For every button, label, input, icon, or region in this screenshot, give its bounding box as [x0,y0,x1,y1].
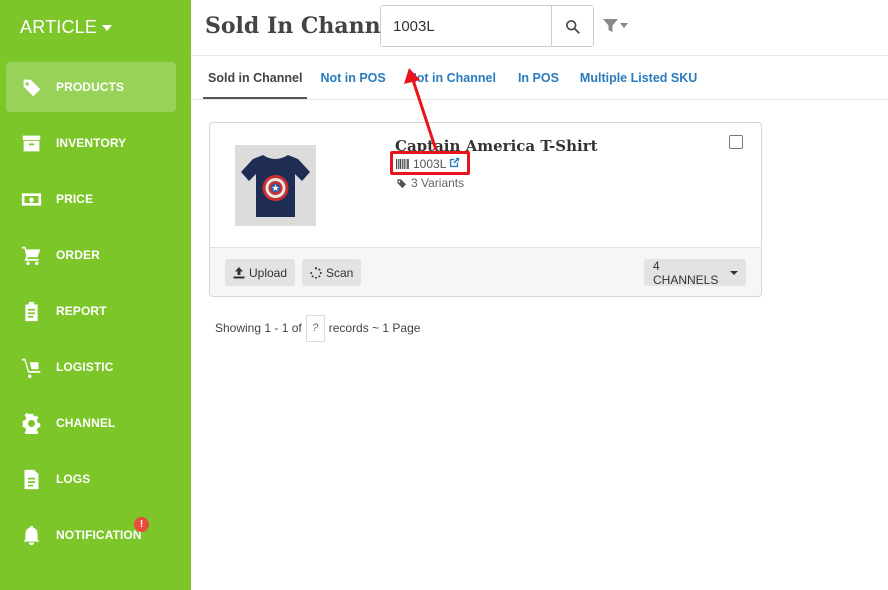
sidebar-item-logs[interactable]: LOGS [6,454,176,504]
search-box [380,5,594,47]
sidebar-item-label: LOGS [56,472,91,486]
filter-dropdown-button[interactable] [603,17,629,35]
select-checkbox[interactable] [729,135,743,149]
paging-suffix: records ~ 1 Page [328,321,421,335]
sidebar: ARTICLE PRODUCTS INVENTORY PRICE ORDER R… [0,0,191,590]
tab-label: Multiple Listed SKU [579,71,698,85]
sidebar-item-report[interactable]: REPORT [6,286,176,336]
search-input[interactable] [381,6,551,46]
tshirt-image [235,145,316,226]
archive-icon [20,132,42,154]
scan-label: Scan [326,265,354,280]
sidebar-item-order[interactable]: ORDER [6,230,176,280]
sidebar-item-label: INVENTORY [56,136,127,150]
brand-menu[interactable]: ARTICLE [20,16,113,38]
product-image[interactable] [235,145,316,226]
filter-icon [603,19,628,32]
sidebar-item-logistic[interactable]: LOGISTIC [6,342,176,392]
scan-button[interactable]: Scan [302,259,362,286]
card-footer: Upload Scan 4 CHANNELS [210,247,761,296]
upload-button[interactable]: Upload [225,259,296,286]
sidebar-item-label: PRICE [56,192,94,206]
tab-not-in-pos[interactable]: Not in POS [320,56,385,100]
total-records-box: ? [305,314,325,342]
sidebar-item-label: REPORT [56,304,107,318]
tag-icon [396,178,407,188]
upload-icon [233,266,245,278]
sidebar-item-label: LOGISTIC [56,360,114,374]
sidebar-item-price[interactable]: PRICE [6,174,176,224]
tab-label: Sold in Channel [208,71,303,85]
tab-label: Not in Channel [407,71,496,85]
brand-label: ARTICLE [20,16,98,37]
tab-in-pos[interactable]: In POS [518,56,559,100]
caret-down-icon [102,25,113,31]
tab-label: Not in POS [320,71,386,85]
product-card: Captain America T-Shirt 1003L 3 Variants… [209,122,762,297]
tab-label: In POS [517,71,559,85]
tab-multiple-listed-sku[interactable]: Multiple Listed SKU [580,56,697,100]
page-title: Sold In Channel [205,13,404,39]
tab-not-in-channel[interactable]: Not in Channel [408,56,496,100]
search-icon [566,19,580,34]
sidebar-item-label: PRODUCTS [56,80,125,94]
clipboard-icon [20,300,42,322]
bell-icon [20,524,42,546]
paging-prefix: Showing 1 - 1 of [215,321,302,335]
file-icon [20,468,42,490]
sidebar-item-label: CHANNEL [56,416,116,430]
tab-bar: Sold in Channel Not in POS Not in Channe… [203,56,697,100]
sidebar-item-notification[interactable]: NOTIFICATION ! [6,510,176,560]
cart-icon [20,244,42,266]
pagination-summary: Showing 1 - 1 of ? records ~ 1 Page [215,314,420,342]
product-variants: 3 Variants [396,176,464,190]
channels-label: 4 CHANNELS [653,258,719,287]
money-icon [20,188,42,210]
sidebar-item-channel[interactable]: CHANNEL [6,398,176,448]
sidebar-item-label: NOTIFICATION [56,528,142,542]
sidebar-item-products[interactable]: PRODUCTS [6,62,176,112]
channels-dropdown-button[interactable]: 4 CHANNELS [644,258,746,287]
tab-sold-in-channel[interactable]: Sold in Channel [203,56,308,100]
variants-count: 3 Variants [411,176,465,190]
tabs-divider [191,99,888,100]
caret-down-icon [730,270,738,275]
hand-truck-icon [20,356,42,378]
gear-icon [20,412,42,434]
search-button[interactable] [551,6,593,46]
sidebar-item-label: ORDER [56,248,100,262]
app-root: ARTICLE PRODUCTS INVENTORY PRICE ORDER R… [0,0,888,590]
spinner-icon [310,266,322,279]
sku-highlight-box [390,151,470,175]
upload-label: Upload [249,265,288,280]
sidebar-item-inventory[interactable]: INVENTORY [6,118,176,168]
tag-icon [20,76,42,98]
notification-alert-badge: ! [134,517,149,532]
sidebar-nav: PRODUCTS INVENTORY PRICE ORDER REPORT LO… [6,62,176,566]
